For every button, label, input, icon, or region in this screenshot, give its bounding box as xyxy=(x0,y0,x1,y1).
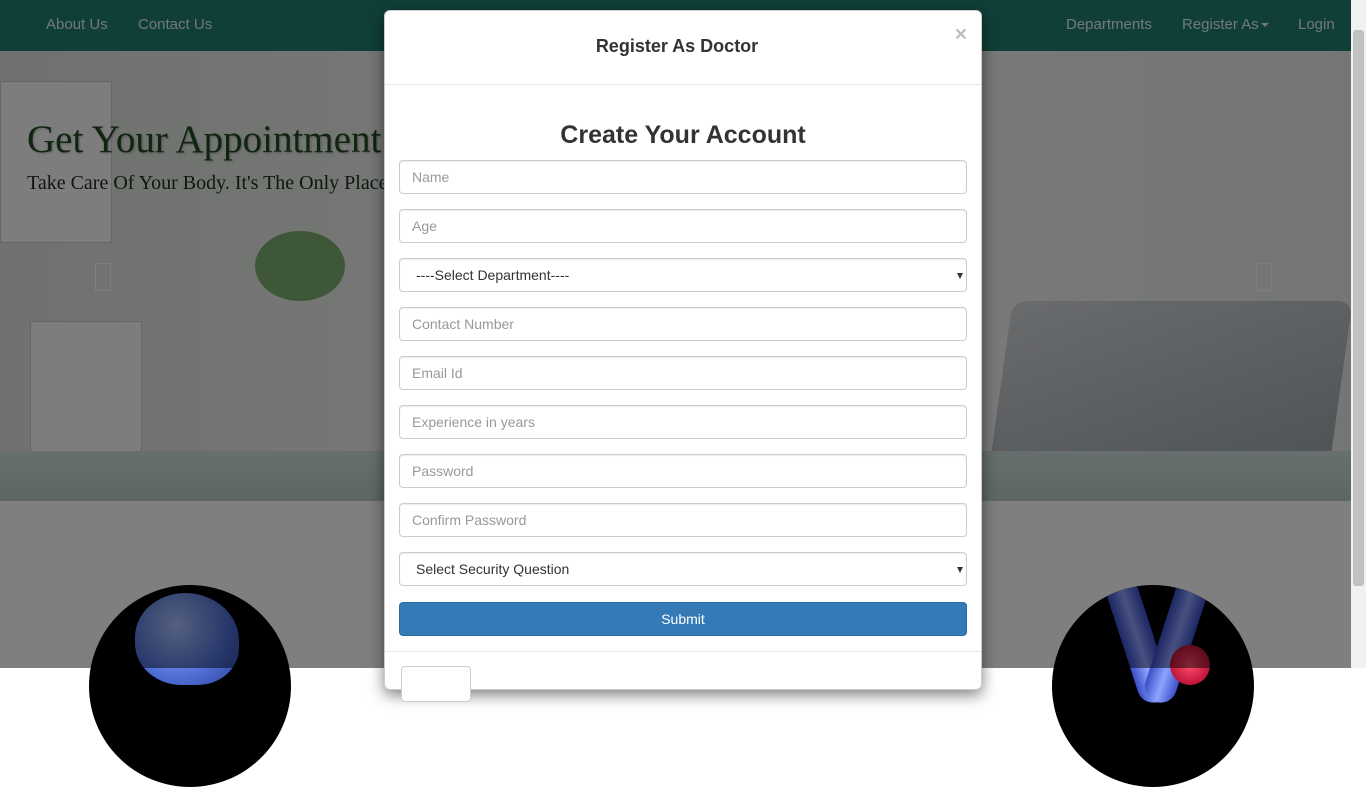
password-input[interactable] xyxy=(399,454,967,488)
modal-header: Register As Doctor × xyxy=(385,11,981,85)
register-doctor-modal: Register As Doctor × Create Your Account… xyxy=(384,10,982,702)
page-scrollbar[interactable] xyxy=(1351,0,1366,668)
name-input[interactable] xyxy=(399,160,967,194)
experience-input[interactable] xyxy=(399,405,967,439)
modal-footer xyxy=(385,651,981,702)
submit-button[interactable]: Submit xyxy=(399,602,967,636)
modal-title: Register As Doctor xyxy=(595,36,759,56)
email-input[interactable] xyxy=(399,356,967,390)
age-input[interactable] xyxy=(399,209,967,243)
contact-number-input[interactable] xyxy=(399,307,967,341)
footer-close-button[interactable] xyxy=(401,666,471,702)
department-select[interactable]: ----Select Department---- xyxy=(399,258,967,292)
confirm-password-input[interactable] xyxy=(399,503,967,537)
form-title: Create Your Account xyxy=(560,121,806,149)
close-icon[interactable]: × xyxy=(955,23,967,47)
chevron-down-icon xyxy=(957,273,963,279)
chevron-down-icon xyxy=(957,567,963,573)
scrollbar-thumb[interactable] xyxy=(1353,30,1364,586)
security-question-select[interactable]: Select Security Question xyxy=(399,552,967,586)
